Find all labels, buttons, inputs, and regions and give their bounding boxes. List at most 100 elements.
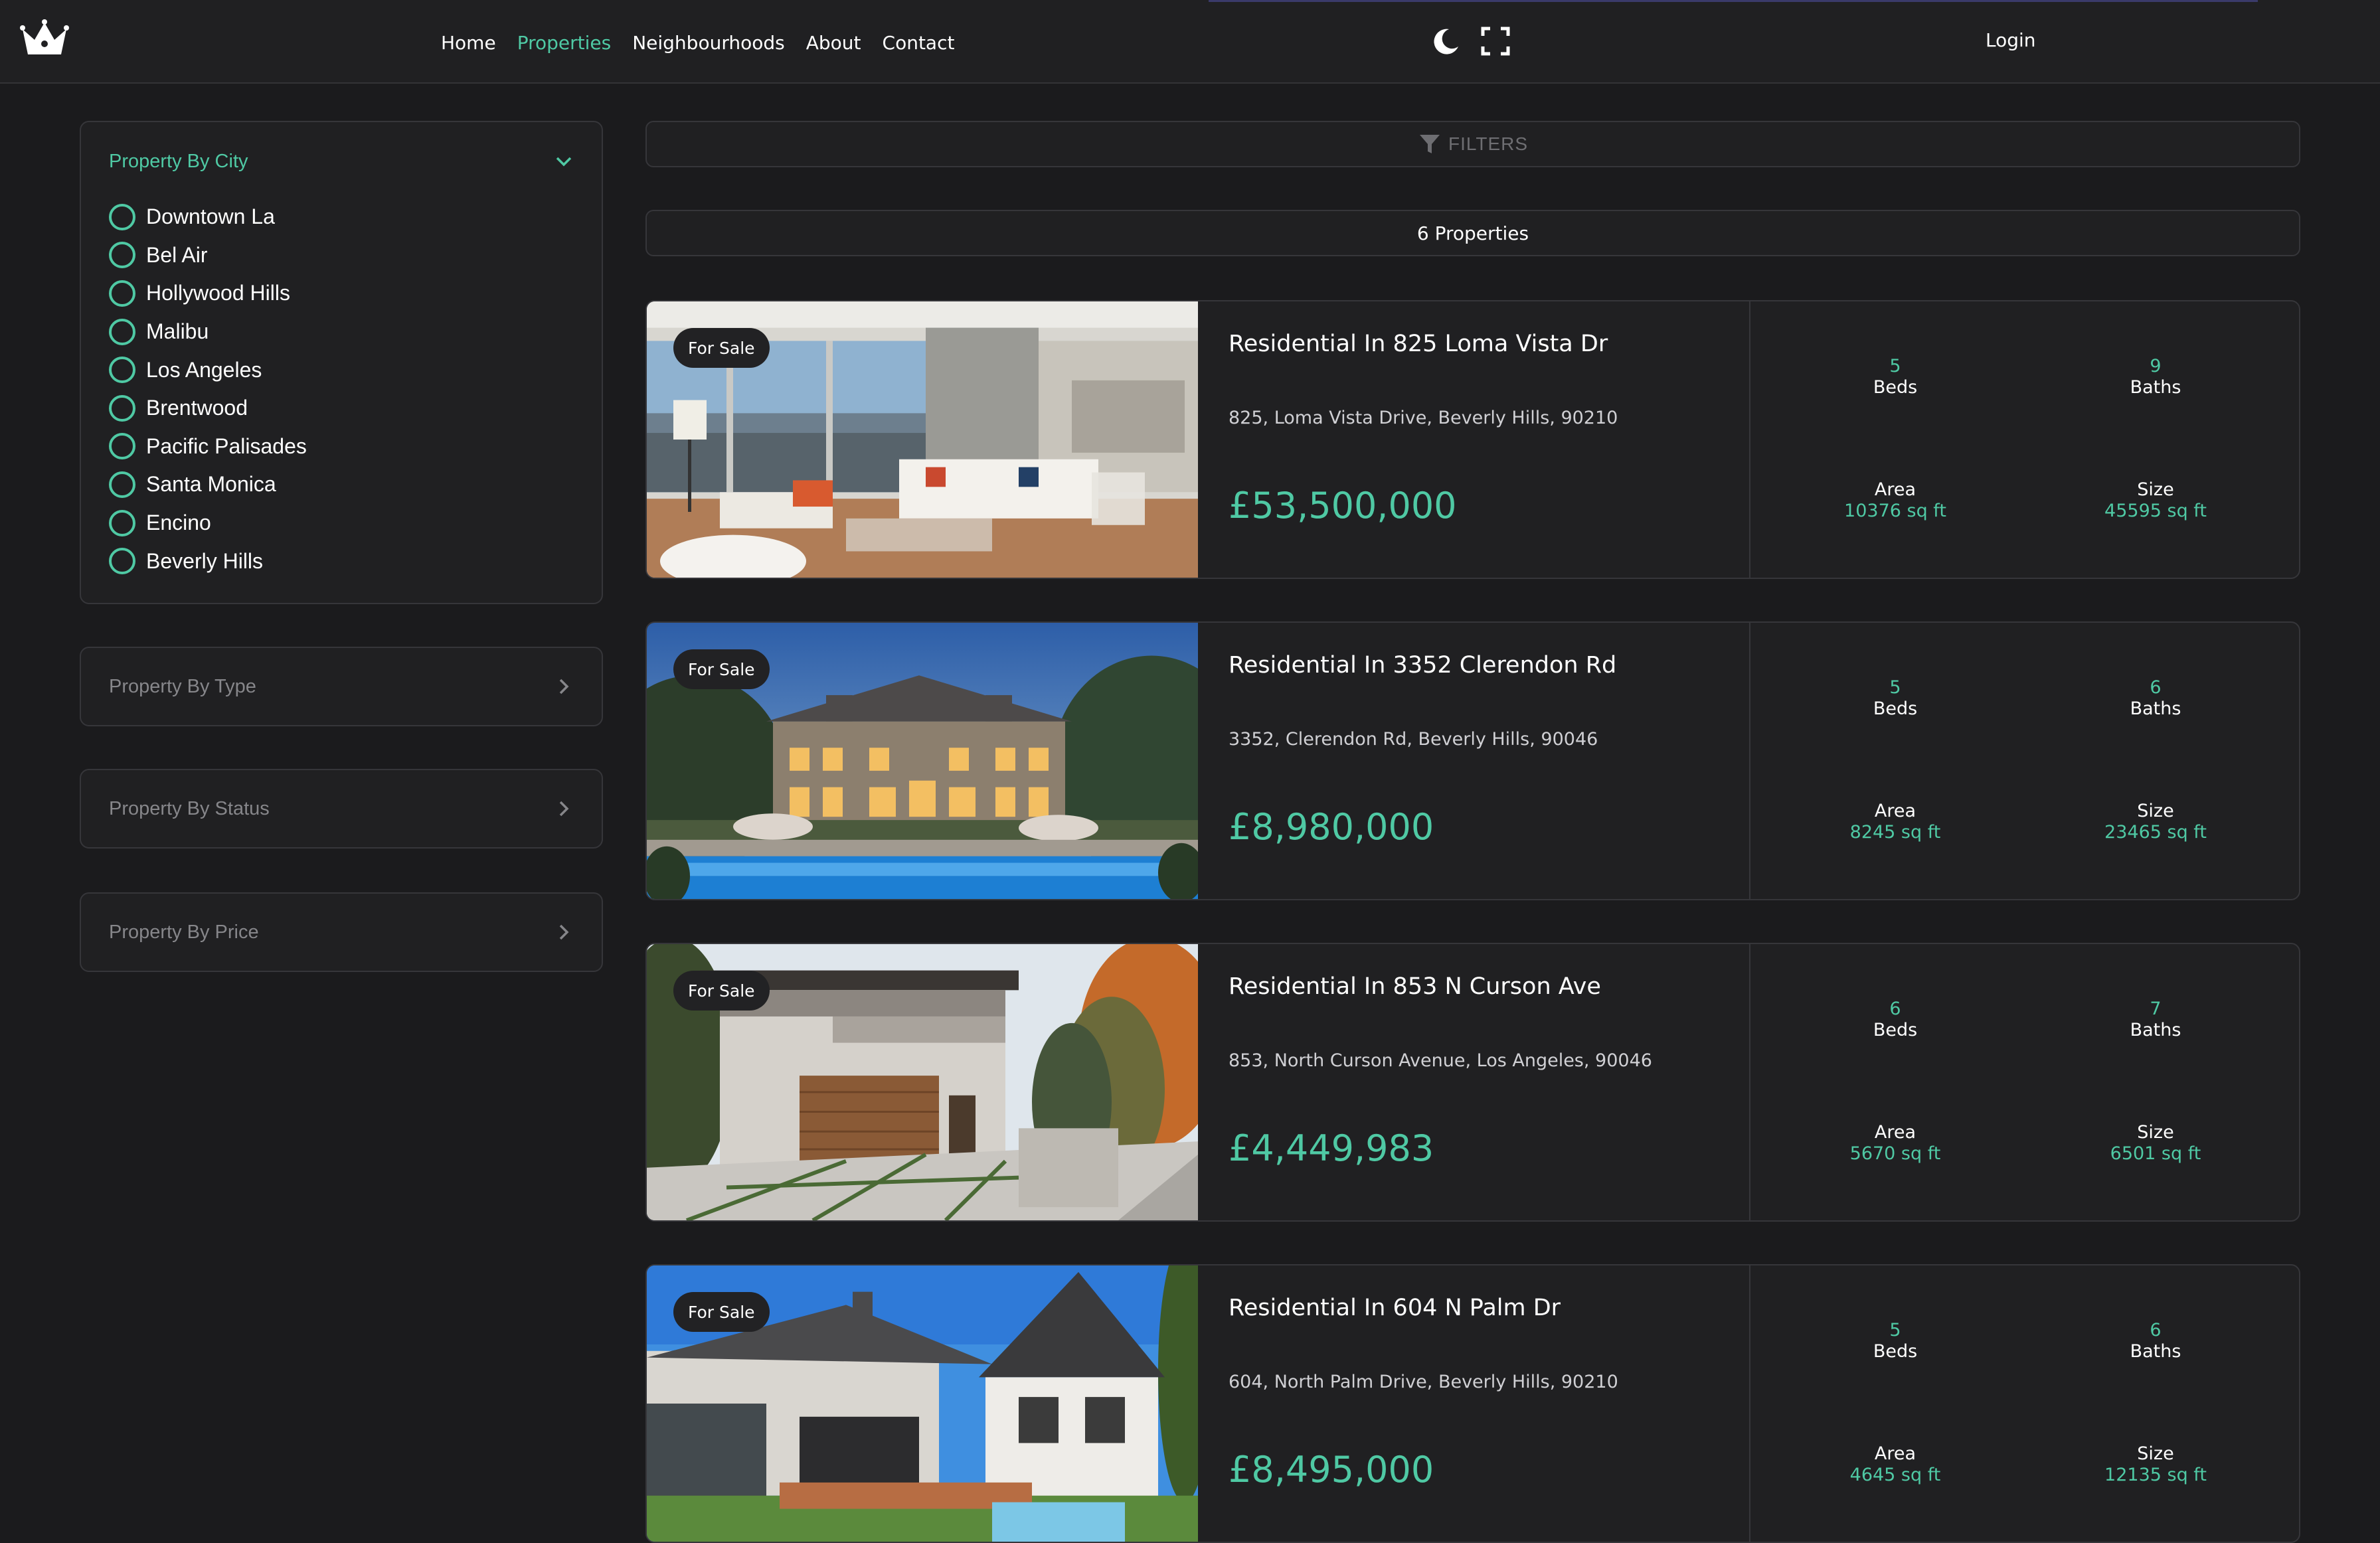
property-card[interactable]: For Sale Residential In 604 N Palm Dr 60… bbox=[645, 1264, 2300, 1543]
property-count: 6 Properties bbox=[1416, 222, 1529, 244]
area-value: 5670 sq ft bbox=[1849, 1143, 1941, 1164]
radio-button[interactable] bbox=[109, 280, 135, 307]
baths-stat: 9 Baths bbox=[2069, 356, 2242, 398]
radio-button[interactable] bbox=[109, 433, 135, 460]
radio-button[interactable] bbox=[109, 394, 135, 422]
baths-count: 6 bbox=[2150, 1320, 2162, 1340]
city-label: Los Angeles bbox=[146, 357, 262, 382]
beds-stat: 5 Beds bbox=[1809, 677, 1982, 720]
nav-contact[interactable]: Contact bbox=[883, 32, 955, 54]
property-by-price-header[interactable]: Property By Price bbox=[109, 894, 574, 971]
radio-button[interactable] bbox=[109, 357, 135, 384]
nav-about[interactable]: About bbox=[806, 32, 861, 54]
property-address: 604, North Palm Drive, Beverly Hills, 90… bbox=[1229, 1372, 1618, 1392]
nav-home[interactable]: Home bbox=[441, 32, 496, 54]
panel-title: Property By Price bbox=[109, 921, 259, 943]
property-address: 3352, Clerendon Rd, Beverly Hills, 90046 bbox=[1229, 729, 1598, 750]
city-option[interactable]: Downtown La bbox=[109, 198, 307, 236]
property-by-type-panel[interactable]: Property By Type bbox=[80, 647, 603, 726]
beds-label: Beds bbox=[1873, 377, 1918, 398]
filter-funnel-icon bbox=[1419, 135, 1440, 153]
size-label: Size bbox=[2137, 1443, 2174, 1464]
size-stat: Size 12135 sq ft bbox=[2069, 1443, 2242, 1486]
property-card[interactable]: For Sale Residential In 825 Loma Vista D… bbox=[645, 300, 2300, 579]
property-info: Residential In 825 Loma Vista Dr 825, Lo… bbox=[1229, 301, 1733, 578]
fullscreen-icon[interactable] bbox=[1481, 27, 1510, 56]
property-photo[interactable]: For Sale bbox=[647, 1265, 1198, 1542]
city-option[interactable]: Pacific Palisades bbox=[109, 428, 307, 466]
property-by-status-panel[interactable]: Property By Status bbox=[80, 769, 603, 849]
area-value: 8245 sq ft bbox=[1849, 822, 1941, 843]
city-option[interactable]: Santa Monica bbox=[109, 465, 307, 504]
city-option[interactable]: Bel Air bbox=[109, 236, 307, 275]
card-divider bbox=[1749, 623, 1750, 899]
city-option[interactable]: Malibu bbox=[109, 313, 307, 351]
radio-button[interactable] bbox=[109, 471, 135, 498]
radio-button[interactable] bbox=[109, 509, 135, 536]
property-by-price-panel[interactable]: Property By Price bbox=[80, 892, 603, 972]
for-sale-badge: For Sale bbox=[673, 328, 770, 368]
crown-logo-icon[interactable] bbox=[20, 19, 69, 58]
property-by-city-header[interactable]: Property By City bbox=[109, 122, 574, 201]
radio-button[interactable] bbox=[109, 203, 135, 230]
beds-count: 5 bbox=[1889, 677, 1901, 698]
size-value: 12135 sq ft bbox=[2104, 1465, 2207, 1485]
size-label: Size bbox=[2137, 801, 2174, 821]
city-label: Encino bbox=[146, 511, 211, 535]
property-address: 853, North Curson Avenue, Los Angeles, 9… bbox=[1229, 1050, 1652, 1071]
beds-count: 6 bbox=[1889, 999, 1901, 1019]
property-title[interactable]: Residential In 604 N Palm Dr bbox=[1229, 1295, 1561, 1321]
property-photo[interactable]: For Sale bbox=[647, 944, 1198, 1220]
panel-title: Property By Type bbox=[109, 675, 256, 697]
property-by-type-header[interactable]: Property By Type bbox=[109, 648, 574, 725]
property-by-status-header[interactable]: Property By Status bbox=[109, 770, 574, 847]
property-photo[interactable]: For Sale bbox=[647, 623, 1198, 899]
beds-label: Beds bbox=[1873, 1341, 1918, 1362]
filters-button[interactable]: FILTERS bbox=[645, 121, 2300, 167]
login-link[interactable]: Login bbox=[1986, 29, 2036, 51]
city-option[interactable]: Los Angeles bbox=[109, 351, 307, 389]
size-label: Size bbox=[2137, 479, 2174, 500]
city-option[interactable]: Brentwood bbox=[109, 389, 307, 428]
card-divider bbox=[1749, 944, 1750, 1220]
beds-label: Beds bbox=[1873, 698, 1918, 719]
city-label: Downtown La bbox=[146, 204, 275, 229]
property-card[interactable]: For Sale Residential In 853 N Curson Ave… bbox=[645, 943, 2300, 1222]
city-label: Bel Air bbox=[146, 242, 208, 267]
size-value: 45595 sq ft bbox=[2104, 501, 2207, 521]
baths-count: 9 bbox=[2150, 356, 2162, 376]
panel-title: Property By Status bbox=[109, 797, 270, 819]
beds-count: 5 bbox=[1889, 1320, 1901, 1340]
baths-stat: 7 Baths bbox=[2069, 999, 2242, 1041]
size-value: 6501 sq ft bbox=[2110, 1143, 2201, 1164]
property-count-bar: 6 Properties bbox=[645, 210, 2300, 256]
area-stat: Area 10376 sq ft bbox=[1809, 479, 1982, 522]
for-sale-badge: For Sale bbox=[673, 1292, 770, 1332]
property-title[interactable]: Residential In 853 N Curson Ave bbox=[1229, 973, 1601, 1000]
property-info: Residential In 853 N Curson Ave 853, Nor… bbox=[1229, 944, 1733, 1220]
city-label: Malibu bbox=[146, 319, 209, 344]
beds-stat: 5 Beds bbox=[1809, 356, 1982, 398]
property-title[interactable]: Residential In 825 Loma Vista Dr bbox=[1229, 331, 1608, 357]
property-price: £53,500,000 bbox=[1229, 485, 1457, 527]
nav-properties[interactable]: Properties bbox=[517, 32, 612, 54]
city-option[interactable]: Hollywood Hills bbox=[109, 274, 307, 313]
baths-count: 6 bbox=[2150, 677, 2162, 698]
city-option[interactable]: Beverly Hills bbox=[109, 542, 307, 580]
for-sale-badge: For Sale bbox=[673, 649, 770, 689]
filters-label: FILTERS bbox=[1448, 133, 1529, 154]
radio-button[interactable] bbox=[109, 318, 135, 345]
property-price: £4,449,983 bbox=[1229, 1127, 1434, 1169]
radio-button[interactable] bbox=[109, 242, 135, 269]
city-option[interactable]: Encino bbox=[109, 504, 307, 542]
area-value: 4645 sq ft bbox=[1849, 1465, 1941, 1485]
beds-count: 5 bbox=[1889, 356, 1901, 376]
property-price: £8,495,000 bbox=[1229, 1449, 1434, 1491]
property-photo[interactable]: For Sale bbox=[647, 301, 1198, 578]
property-title[interactable]: Residential In 3352 Clerendon Rd bbox=[1229, 652, 1616, 679]
radio-button[interactable] bbox=[109, 548, 135, 575]
nav-neighbourhoods[interactable]: Neighbourhoods bbox=[632, 32, 785, 54]
moon-icon[interactable] bbox=[1429, 25, 1461, 57]
property-card[interactable]: For Sale Residential In 3352 Clerendon R… bbox=[645, 621, 2300, 900]
area-stat: Area 5670 sq ft bbox=[1809, 1122, 1982, 1165]
